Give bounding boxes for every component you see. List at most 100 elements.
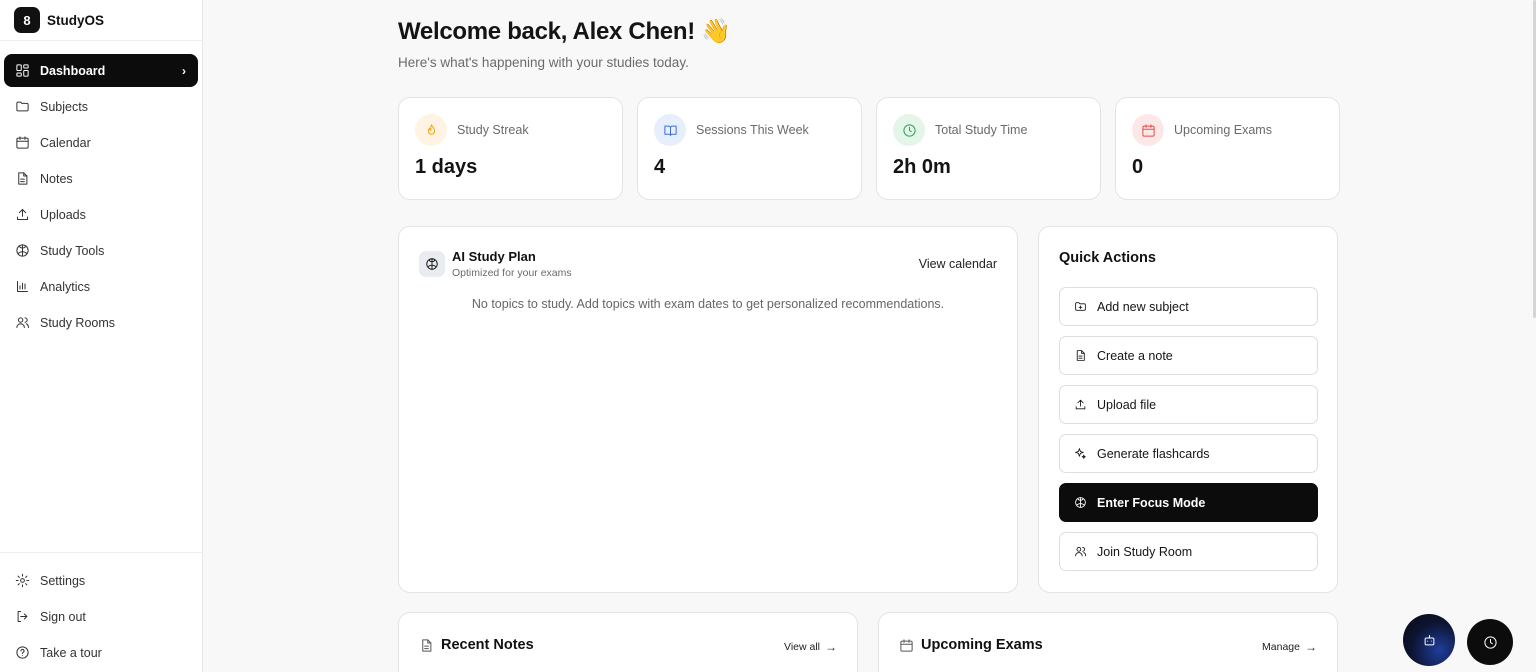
timer-button[interactable] (1467, 619, 1513, 665)
upload-file-button[interactable]: Upload file (1059, 385, 1318, 424)
bar-chart-icon (14, 279, 30, 295)
page-subtitle: Here's what's happening with your studie… (398, 55, 689, 70)
folder-plus-icon (1073, 300, 1087, 314)
sidebar-item-label: Subjects (40, 99, 88, 114)
calendar-icon (899, 638, 914, 653)
stat-card-upcoming-exams: Upcoming Exams 0 (1115, 97, 1340, 200)
sidebar-item-label: Sign out (40, 609, 86, 624)
button-label: Generate flashcards (1097, 446, 1210, 461)
folder-icon (14, 99, 30, 115)
enter-focus-mode-button[interactable]: Enter Focus Mode (1059, 483, 1318, 522)
chevron-right-icon: › (182, 63, 186, 78)
card-title: Upcoming Exams (921, 637, 1043, 653)
flame-icon (415, 114, 447, 146)
document-icon (1073, 349, 1087, 363)
help-circle-icon (14, 645, 30, 661)
calendar-icon (14, 135, 30, 151)
sidebar-item-settings[interactable]: Settings (4, 564, 198, 597)
sidebar-item-label: Settings (40, 573, 86, 588)
sidebar-item-label: Take a tour (40, 645, 102, 660)
stat-label: Upcoming Exams (1174, 123, 1272, 137)
stat-card-study-streak: Study Streak 1 days (398, 97, 623, 200)
brand[interactable]: 8 StudyOS (0, 0, 202, 41)
sidebar-item-dashboard[interactable]: Dashboard › (4, 54, 198, 87)
add-subject-button[interactable]: Add new subject (1059, 287, 1318, 326)
sidebar-item-label: Dashboard (40, 63, 106, 78)
ai-study-plan-card: AI Study Plan Optimized for your exams V… (398, 226, 1018, 593)
sidebar-footer: Settings Sign out Take a tour (0, 552, 202, 672)
stat-label: Sessions This Week (696, 123, 809, 137)
sidebar-item-calendar[interactable]: Calendar (4, 126, 198, 159)
manage-exams-link[interactable]: Manage → (1262, 640, 1317, 654)
dashboard-grid-icon (14, 63, 30, 79)
create-note-button[interactable]: Create a note (1059, 336, 1318, 375)
main-content: Welcome back, Alex Chen! 👋 Here's what's… (398, 0, 1340, 672)
stat-value: 4 (654, 156, 666, 178)
sidebar-item-label: Uploads (40, 207, 86, 222)
generate-flashcards-button[interactable]: Generate flashcards (1059, 434, 1318, 473)
card-subtitle: Optimized for your exams (452, 267, 572, 279)
stat-value: 1 days (415, 156, 478, 178)
book-open-icon (654, 114, 686, 146)
sidebar-item-analytics[interactable]: Analytics (4, 270, 198, 303)
sidebar-item-label: Study Tools (40, 243, 105, 258)
stat-card-sessions-week: Sessions This Week 4 (637, 97, 862, 200)
join-study-room-button[interactable]: Join Study Room (1059, 532, 1318, 571)
card-title: Recent Notes (441, 637, 534, 653)
button-label: Join Study Room (1097, 544, 1193, 559)
upload-icon (1073, 398, 1087, 412)
empty-state-message: No topics to study. Add topics with exam… (471, 297, 945, 311)
card-title: AI Study Plan (452, 249, 536, 264)
document-icon (14, 171, 30, 187)
card-title: Quick Actions (1059, 250, 1156, 266)
clock-icon (893, 114, 925, 146)
sidebar-item-study-tools[interactable]: Study Tools (4, 234, 198, 267)
brain-icon (14, 243, 30, 259)
sidebar-item-notes[interactable]: Notes (4, 162, 198, 195)
upload-icon (14, 207, 30, 223)
sidebar: 8 StudyOS Dashboard › Subjects Calendar … (0, 0, 203, 672)
arrow-right-icon: → (825, 640, 837, 654)
sidebar-item-subjects[interactable]: Subjects (4, 90, 198, 123)
sidebar-item-label: Analytics (40, 279, 91, 294)
page-title: Welcome back, Alex Chen! 👋 (398, 18, 731, 45)
app-name: StudyOS (47, 12, 105, 28)
document-icon (419, 638, 434, 653)
quick-actions-card: Quick Actions Add new subject Create a n… (1038, 226, 1338, 593)
recent-notes-card: Recent Notes View all → (398, 612, 858, 672)
bot-icon (1422, 633, 1437, 648)
button-label: Create a note (1097, 348, 1173, 363)
button-label: Enter Focus Mode (1097, 495, 1206, 510)
sidebar-item-uploads[interactable]: Uploads (4, 198, 198, 231)
clock-icon (1483, 635, 1498, 650)
view-all-notes-link[interactable]: View all → (784, 640, 837, 654)
stat-value: 0 (1132, 156, 1144, 178)
link-label: View all (784, 641, 820, 653)
upcoming-exams-card: Upcoming Exams Manage → (878, 612, 1338, 672)
link-label: Manage (1262, 641, 1300, 653)
brain-icon (1073, 496, 1087, 510)
stat-card-total-time: Total Study Time 2h 0m (876, 97, 1101, 200)
sidebar-item-label: Study Rooms (40, 315, 116, 330)
button-label: Upload file (1097, 397, 1157, 412)
ai-assistant-button[interactable] (1403, 614, 1455, 666)
sidebar-item-sign-out[interactable]: Sign out (4, 600, 198, 633)
stat-label: Total Study Time (935, 123, 1028, 137)
users-icon (1073, 545, 1087, 559)
sparkles-icon (1073, 447, 1087, 461)
stat-value: 2h 0m (893, 156, 951, 178)
view-calendar-link[interactable]: View calendar (919, 257, 997, 271)
sidebar-item-label: Calendar (40, 135, 91, 150)
stat-label: Study Streak (457, 123, 529, 137)
sidebar-nav: Dashboard › Subjects Calendar Notes Uplo… (0, 41, 202, 339)
calendar-icon (1132, 114, 1164, 146)
gear-icon (14, 573, 30, 589)
sidebar-item-study-rooms[interactable]: Study Rooms (4, 306, 198, 339)
app-logo: 8 (14, 7, 40, 33)
arrow-right-icon: → (1305, 640, 1317, 654)
users-icon (14, 315, 30, 331)
sidebar-item-label: Notes (40, 171, 73, 186)
sign-out-icon (14, 609, 30, 625)
brain-icon (419, 251, 445, 277)
sidebar-item-take-tour[interactable]: Take a tour (4, 636, 198, 669)
